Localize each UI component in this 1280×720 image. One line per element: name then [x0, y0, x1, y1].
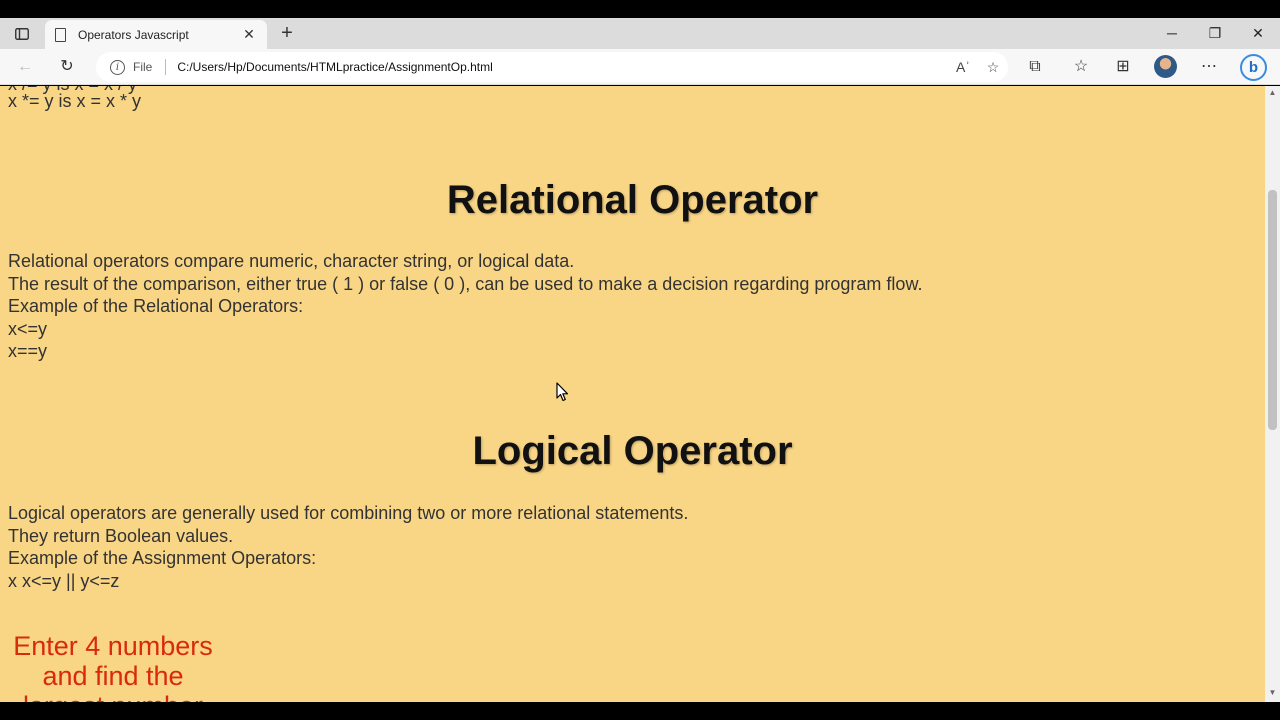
- back-icon[interactable]: ←: [12, 55, 38, 79]
- screen-bottom-border: [0, 702, 1280, 720]
- scroll-up-icon[interactable]: ▲: [1265, 88, 1280, 97]
- page-icon: [55, 27, 66, 42]
- mouse-cursor-icon: [556, 382, 569, 402]
- info-icon[interactable]: i: [110, 59, 125, 75]
- restore-icon[interactable]: ❐: [1195, 22, 1235, 44]
- task-heading-line: largest number: [8, 691, 218, 702]
- task-heading-line: Enter 4 numbers: [13, 631, 213, 661]
- logical-line: Example of the Assignment Operators:: [8, 548, 317, 568]
- file-label: File: [133, 60, 153, 74]
- tab-operators-javascript[interactable]: Operators Javascript ✕: [45, 20, 267, 49]
- tab-strip: Operators Javascript ✕ + ─ ❐ ✕: [0, 18, 1280, 49]
- relational-line: Example of the Relational Operators:: [8, 296, 304, 316]
- minimize-icon[interactable]: ─: [1152, 22, 1192, 44]
- task-heading-line: and find the: [42, 661, 184, 691]
- logical-text: Logical operators are generally used for…: [8, 502, 688, 592]
- logical-line: Logical operators are generally used for…: [8, 503, 689, 523]
- relational-heading: Relational Operator: [446, 178, 819, 222]
- extensions-icon[interactable]: ⧉: [1022, 55, 1048, 79]
- favorite-star-icon[interactable]: ☆: [978, 59, 1008, 76]
- page-viewport: x /= y is x = x / y x *= y is x = x * y …: [0, 86, 1265, 702]
- relational-line: x<=y: [8, 318, 48, 339]
- close-window-icon[interactable]: ✕: [1238, 22, 1278, 44]
- collections-icon[interactable]: ⊞: [1110, 55, 1136, 79]
- browser-toolbar: ← ↻ i File C:/Users/Hp/Documents/HTMLpra…: [0, 49, 1280, 85]
- close-tab-icon[interactable]: ✕: [241, 26, 257, 43]
- scroll-down-icon[interactable]: ▼: [1265, 688, 1280, 697]
- relational-text: Relational operators compare numeric, ch…: [8, 250, 922, 363]
- refresh-icon[interactable]: ↻: [54, 55, 80, 79]
- tab-title: Operators Javascript: [78, 27, 189, 42]
- favorites-icon[interactable]: ☆: [1068, 55, 1094, 79]
- logical-heading: Logical Operator: [472, 429, 793, 473]
- relational-line: Relational operators compare numeric, ch…: [8, 251, 575, 271]
- new-tab-icon[interactable]: +: [276, 22, 298, 44]
- assignment-example-line: x *= y is x = x * y: [8, 91, 142, 111]
- scroll-thumb[interactable]: [1268, 190, 1277, 430]
- relational-line: x==y: [8, 341, 48, 361]
- profile-avatar[interactable]: [1154, 55, 1177, 78]
- address-bar[interactable]: i File C:/Users/Hp/Documents/HTMLpractic…: [96, 52, 1008, 82]
- relational-line: The result of the comparison, either tru…: [8, 273, 923, 294]
- bing-copilot-icon[interactable]: b: [1240, 54, 1267, 81]
- address-separator: [165, 59, 167, 75]
- url-text[interactable]: C:/Users/Hp/Documents/HTMLpractice/Assig…: [177, 60, 948, 74]
- read-aloud-icon[interactable]: Aʾ: [948, 59, 978, 75]
- task-heading: Enter 4 numbers and find the largest num…: [8, 631, 218, 702]
- tab-actions-icon[interactable]: [8, 24, 36, 44]
- logical-line: x x<=y || y<=z: [8, 570, 120, 591]
- logical-line: They return Boolean values.: [8, 525, 234, 546]
- more-options-icon[interactable]: ⋯: [1196, 55, 1222, 79]
- screen-top-border: [0, 0, 1280, 18]
- vertical-scrollbar[interactable]: ▲ ▼: [1265, 86, 1280, 702]
